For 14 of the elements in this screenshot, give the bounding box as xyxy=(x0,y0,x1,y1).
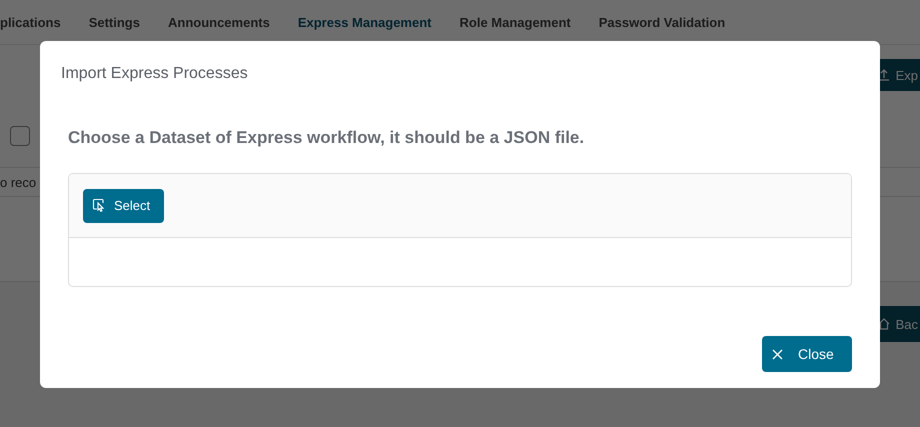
tab[interactable]: plications xyxy=(0,14,61,30)
tab[interactable]: Password Validation xyxy=(598,14,726,30)
empty-message: o reco xyxy=(0,174,36,190)
tab[interactable]: Settings xyxy=(88,14,140,30)
instruction-text: Choose a Dataset of Express workflow, it should be a JSON file. xyxy=(68,127,586,149)
select-button[interactable]: Select xyxy=(83,188,164,222)
checkbox[interactable] xyxy=(10,126,30,146)
tab[interactable]: Role Management xyxy=(460,14,571,30)
tab[interactable]: Announcements xyxy=(168,14,270,30)
close-button[interactable]: Close xyxy=(762,336,852,372)
dialog-title: Import Express Processes xyxy=(61,64,249,84)
tab[interactable]: Express Management xyxy=(298,14,432,30)
close-icon xyxy=(772,348,783,360)
pointer-icon xyxy=(92,198,107,213)
